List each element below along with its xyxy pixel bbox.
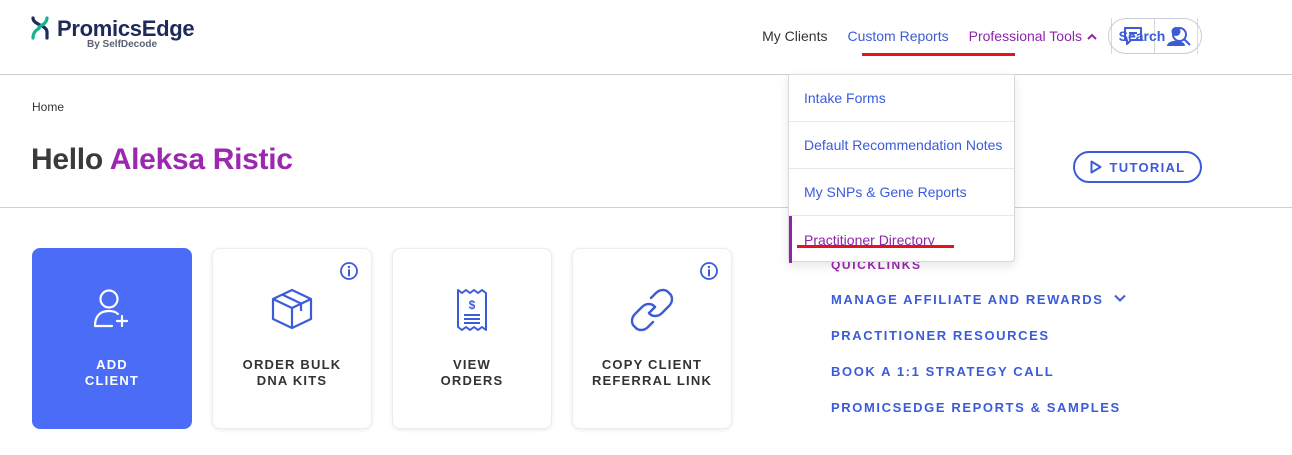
search-label: Search xyxy=(1118,28,1166,44)
add-client-card[interactable]: ADD CLIENT xyxy=(32,248,192,429)
card-label: COPY CLIENT REFERRAL LINK xyxy=(591,357,713,388)
link-icon xyxy=(630,288,674,332)
nav-professional-tools-label: Professional Tools xyxy=(968,28,1082,44)
search-icon xyxy=(1172,27,1191,46)
dna-logo-icon xyxy=(31,16,49,40)
quicklinks-panel: QUICKLINKS MANAGE AFFILIATE AND REWARDS … xyxy=(831,258,1126,436)
add-user-icon xyxy=(93,289,129,328)
chevron-up-icon xyxy=(1087,33,1097,40)
nav-highlight-underline xyxy=(862,53,1015,56)
view-orders-card[interactable]: $ VIEW ORDERS xyxy=(392,248,552,429)
svg-text:$: $ xyxy=(469,298,476,312)
brand-subtitle: By SelfDecode xyxy=(87,39,158,50)
brand-logo[interactable]: PromicsEdge By SelfDecode xyxy=(30,16,195,50)
greeting-hello: Hello xyxy=(31,143,103,176)
order-bulk-dna-kits-card[interactable]: ORDER BULK DNA KITS xyxy=(212,248,372,429)
nav-custom-reports[interactable]: Custom Reports xyxy=(847,28,948,44)
top-header: PromicsEdge By SelfDecode My Clients Cus… xyxy=(0,0,1292,75)
quicklink-label: MANAGE AFFILIATE AND REWARDS xyxy=(831,292,1104,307)
nav-professional-tools[interactable]: Professional Tools xyxy=(969,28,1097,44)
quicklink-practitioner-resources[interactable]: PRACTITIONER RESOURCES xyxy=(831,328,1126,364)
tutorial-label: TUTORIAL xyxy=(1109,159,1186,175)
tutorial-button[interactable]: TUTORIAL xyxy=(1073,151,1202,183)
page-title: Hello Aleksa Ristic xyxy=(31,143,293,177)
search-button[interactable]: Search xyxy=(1108,18,1202,54)
greeting-user-name: Aleksa Ristic xyxy=(109,143,293,176)
info-icon[interactable] xyxy=(339,261,359,281)
nav-my-clients[interactable]: My Clients xyxy=(762,28,827,44)
box-icon xyxy=(271,288,313,330)
quicklink-label: BOOK A 1:1 STRATEGY CALL xyxy=(831,364,1055,379)
menu-item-my-snps-gene-reports[interactable]: My SNPs & Gene Reports xyxy=(789,169,1014,216)
menu-item-practitioner-directory[interactable]: Practitioner Directory xyxy=(789,216,1014,263)
quicklink-reports-samples[interactable]: PROMICSEDGE REPORTS & SAMPLES xyxy=(831,400,1126,436)
card-label: VIEW ORDERS xyxy=(440,357,504,388)
section-divider xyxy=(0,207,1292,208)
menu-item-default-recommendation-notes[interactable]: Default Recommendation Notes xyxy=(789,122,1014,169)
receipt-icon: $ xyxy=(457,289,487,331)
menu-highlight-underline xyxy=(797,245,954,248)
card-label: ADD CLIENT xyxy=(84,357,140,388)
card-label: ORDER BULK DNA KITS xyxy=(242,357,342,388)
copy-client-referral-link-card[interactable]: COPY CLIENT REFERRAL LINK xyxy=(572,248,732,429)
quicklink-manage-affiliate[interactable]: MANAGE AFFILIATE AND REWARDS xyxy=(831,292,1126,328)
play-icon xyxy=(1090,160,1102,174)
chevron-down-icon xyxy=(1113,294,1126,302)
quicklink-book-strategy-call[interactable]: BOOK A 1:1 STRATEGY CALL xyxy=(831,364,1126,400)
breadcrumb[interactable]: Home xyxy=(32,100,64,114)
info-icon[interactable] xyxy=(699,261,719,281)
professional-tools-dropdown: Intake Forms Default Recommendation Note… xyxy=(788,74,1015,263)
quicklink-label: PROMICSEDGE REPORTS & SAMPLES xyxy=(831,400,1121,415)
quicklink-label: PRACTITIONER RESOURCES xyxy=(831,328,1050,343)
menu-item-intake-forms[interactable]: Intake Forms xyxy=(789,75,1014,122)
